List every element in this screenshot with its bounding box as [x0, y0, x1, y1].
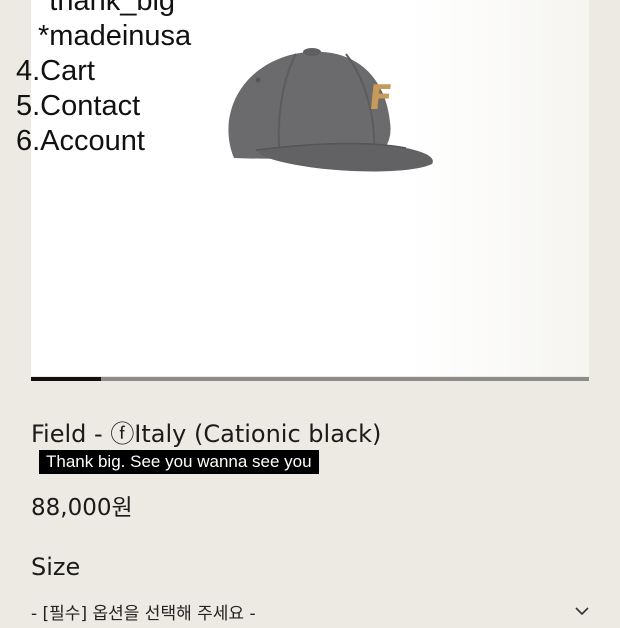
- menu-item-madeinusa[interactable]: *madeinusa: [16, 19, 191, 54]
- image-slider[interactable]: [31, 377, 589, 381]
- chevron-down-icon: [575, 607, 589, 616]
- size-select-placeholder: - [필수] 옵션을 선택해 주세요 -: [31, 604, 256, 624]
- image-slider-thumb[interactable]: [31, 377, 101, 381]
- cap-image: [228, 48, 433, 172]
- overlay-menu: *thank_big *madeinusa 4.Cart 5.Contact 6…: [16, 0, 191, 159]
- menu-item-contact[interactable]: 5.Contact: [16, 89, 191, 124]
- size-select[interactable]: - [필수] 옵션을 선택해 주세요 -: [31, 596, 589, 628]
- cap-logo-text: F: [366, 78, 395, 118]
- size-option-label: Size: [31, 553, 81, 581]
- menu-item-account[interactable]: 6.Account: [16, 124, 191, 159]
- product-title: Field - ⓕItaly (Cationic black): [31, 420, 382, 448]
- menu-item-cart[interactable]: 4.Cart: [16, 54, 191, 89]
- product-tagline: Thank big. See you wanna see you: [39, 450, 319, 474]
- product-price: 88,000원: [31, 495, 133, 521]
- menu-item-thank-big[interactable]: *thank_big: [16, 0, 191, 19]
